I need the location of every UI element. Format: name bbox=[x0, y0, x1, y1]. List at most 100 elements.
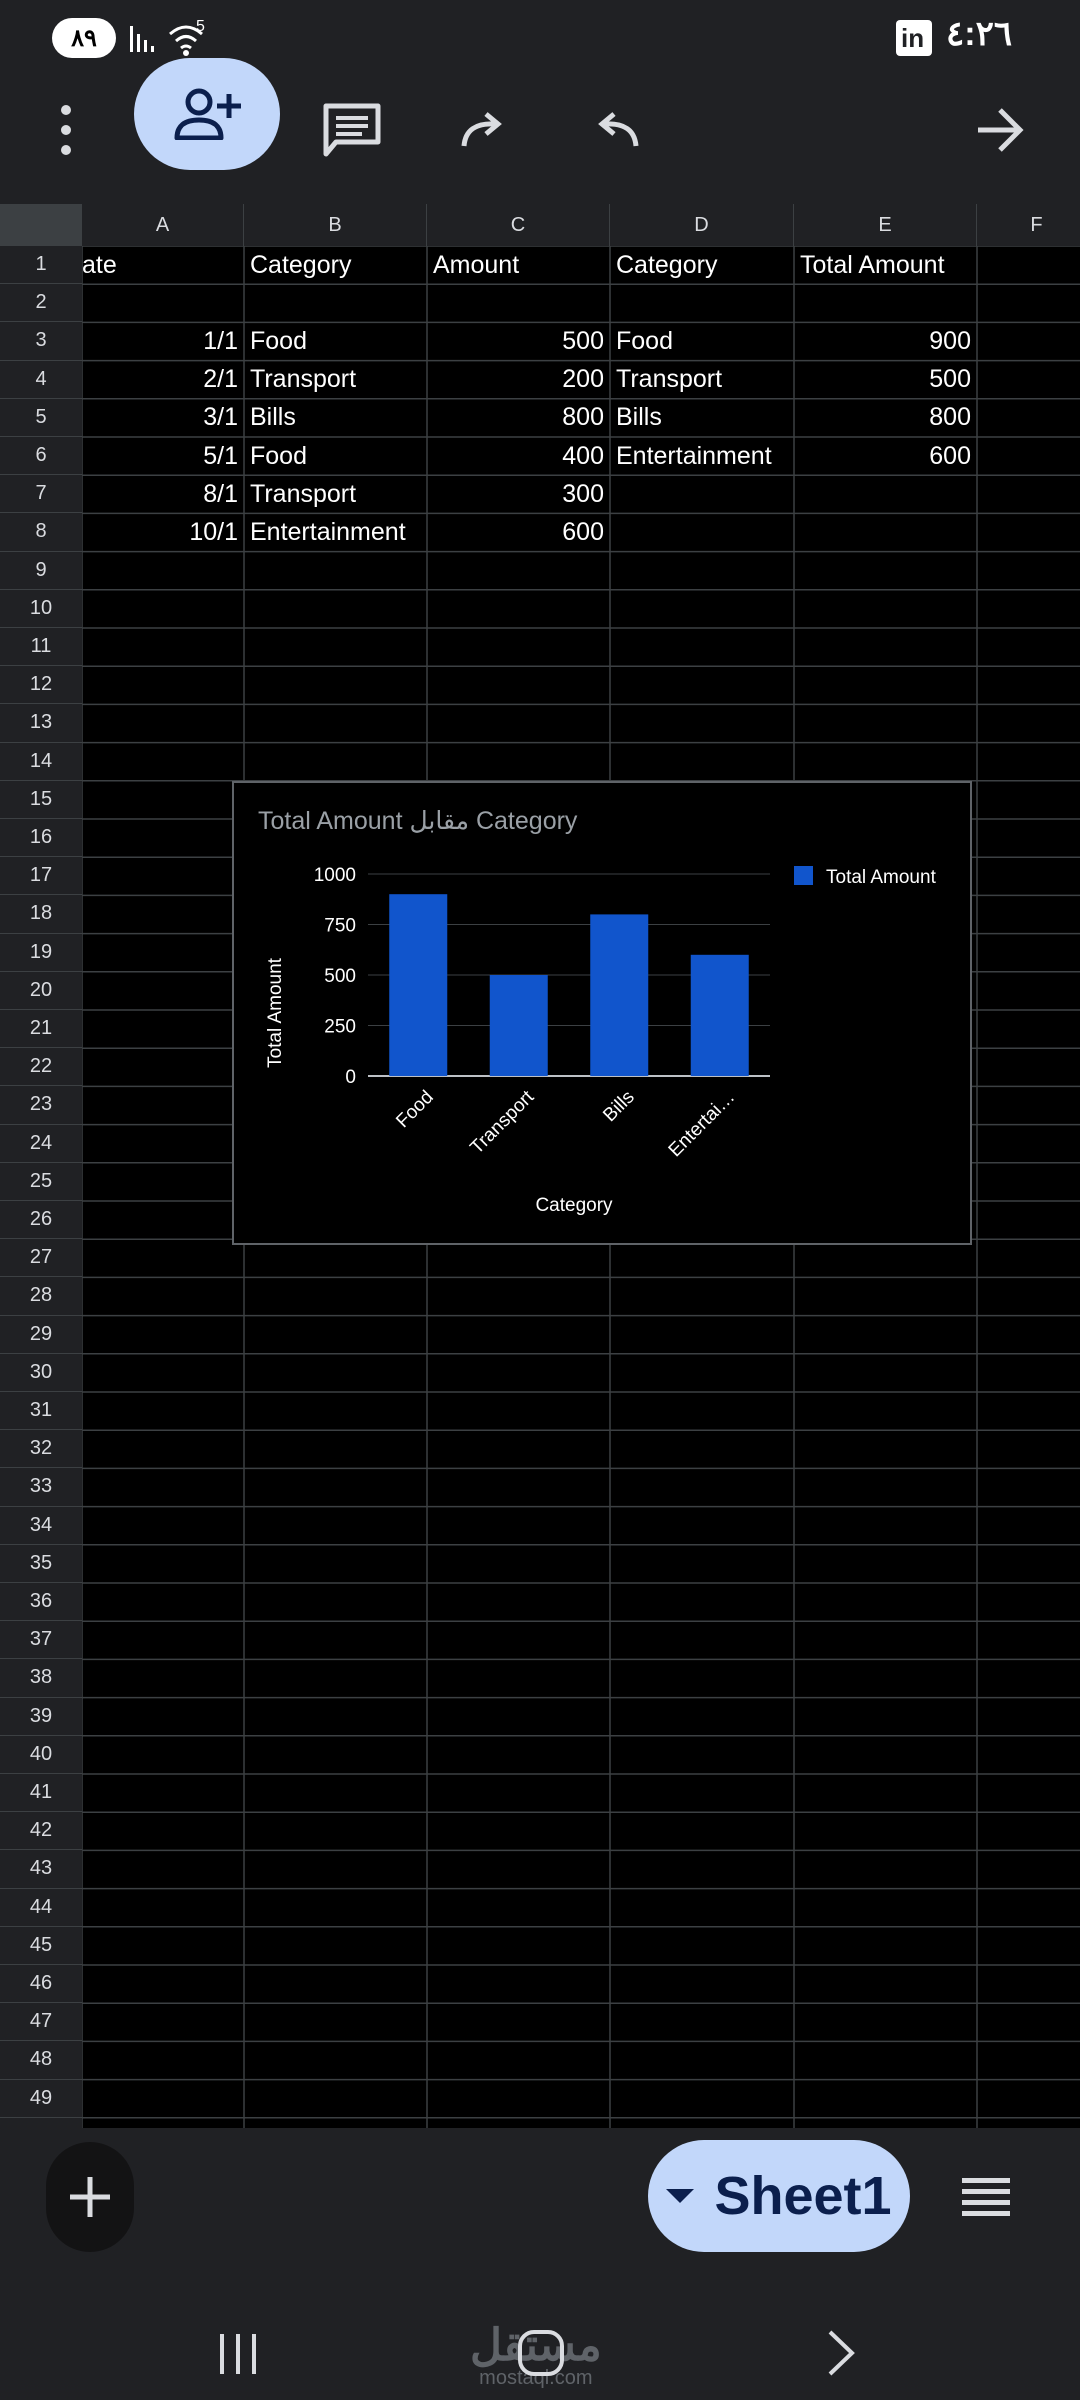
column-header-d[interactable]: D bbox=[610, 204, 794, 246]
row-header-16[interactable]: 16 bbox=[0, 819, 82, 858]
cell-d5[interactable]: Bills bbox=[616, 399, 662, 437]
add-sheet-button[interactable] bbox=[46, 2142, 134, 2252]
row-header-2[interactable]: 2 bbox=[0, 284, 82, 323]
cell-a6[interactable]: 5/1 bbox=[82, 437, 238, 475]
row-header-8[interactable]: 8 bbox=[0, 513, 82, 552]
cell-e1[interactable]: Total Amount bbox=[800, 246, 945, 284]
row-header-10[interactable]: 10 bbox=[0, 589, 82, 628]
row-header-3[interactable]: 3 bbox=[0, 322, 82, 361]
row-header-9[interactable]: 9 bbox=[0, 551, 82, 590]
cell-b7[interactable]: Transport bbox=[250, 475, 356, 513]
undo-icon[interactable] bbox=[578, 90, 658, 170]
row-header-21[interactable]: 21 bbox=[0, 1010, 82, 1049]
row-header-40[interactable]: 40 bbox=[0, 1735, 82, 1774]
cell-d1[interactable]: Category bbox=[616, 246, 717, 284]
cell-a1[interactable]: ate bbox=[82, 246, 117, 284]
row-header-37[interactable]: 37 bbox=[0, 1621, 82, 1660]
row-header-30[interactable]: 30 bbox=[0, 1353, 82, 1392]
row-header-4[interactable]: 4 bbox=[0, 360, 82, 399]
cell-b6[interactable]: Food bbox=[250, 437, 307, 475]
row-header-17[interactable]: 17 bbox=[0, 857, 82, 896]
cell-b3[interactable]: Food bbox=[250, 322, 307, 360]
cell-a5[interactable]: 3/1 bbox=[82, 399, 238, 437]
row-header-1[interactable]: 1 bbox=[0, 246, 82, 285]
cell-d6[interactable]: Entertainment bbox=[616, 437, 772, 475]
row-header-41[interactable]: 41 bbox=[0, 1774, 82, 1813]
cell-c4[interactable]: 200 bbox=[427, 361, 604, 399]
row-header-35[interactable]: 35 bbox=[0, 1544, 82, 1583]
column-header-f[interactable]: F bbox=[977, 204, 1080, 246]
add-person-button[interactable] bbox=[134, 58, 280, 170]
row-header-20[interactable]: 20 bbox=[0, 971, 82, 1010]
cell-e4[interactable]: 500 bbox=[794, 361, 971, 399]
row-header-11[interactable]: 11 bbox=[0, 628, 82, 667]
column-header-b[interactable]: B bbox=[244, 204, 427, 246]
cell-c3[interactable]: 500 bbox=[427, 322, 604, 360]
cell-b4[interactable]: Transport bbox=[250, 361, 356, 399]
row-header-13[interactable]: 13 bbox=[0, 704, 82, 743]
row-header-22[interactable]: 22 bbox=[0, 1048, 82, 1087]
row-header-7[interactable]: 7 bbox=[0, 475, 82, 514]
home-icon[interactable] bbox=[514, 2326, 568, 2380]
row-header-23[interactable]: 23 bbox=[0, 1086, 82, 1125]
row-header-38[interactable]: 38 bbox=[0, 1659, 82, 1698]
row-header-47[interactable]: 47 bbox=[0, 2003, 82, 2042]
cell-b1[interactable]: Category bbox=[250, 246, 351, 284]
spreadsheet-grid[interactable]: ABCDEF 1 2 3 4 5 6 7 8 9 10 11 12 13 14 15 16 17 18 19 20 21… bbox=[0, 204, 1080, 2128]
column-header-e[interactable]: E bbox=[794, 204, 977, 246]
row-header-15[interactable]: 15 bbox=[0, 780, 82, 819]
comment-icon[interactable] bbox=[312, 90, 392, 170]
row-header-33[interactable]: 33 bbox=[0, 1468, 82, 1507]
cell-b8[interactable]: Entertainment bbox=[250, 513, 406, 551]
row-header-28[interactable]: 28 bbox=[0, 1277, 82, 1316]
cell-c7[interactable]: 300 bbox=[427, 475, 604, 513]
cell-c1[interactable]: Amount bbox=[433, 246, 519, 284]
row-header-12[interactable]: 12 bbox=[0, 666, 82, 705]
cell-a7[interactable]: 8/1 bbox=[82, 475, 238, 513]
row-header-26[interactable]: 26 bbox=[0, 1201, 82, 1240]
row-header-19[interactable]: 19 bbox=[0, 933, 82, 972]
recent-apps-icon[interactable] bbox=[216, 2330, 262, 2378]
cell-e6[interactable]: 600 bbox=[794, 437, 971, 475]
cell-e3[interactable]: 900 bbox=[794, 322, 971, 360]
row-header-27[interactable]: 27 bbox=[0, 1239, 82, 1278]
cell-a4[interactable]: 2/1 bbox=[82, 361, 238, 399]
row-header-29[interactable]: 29 bbox=[0, 1315, 82, 1354]
row-header-24[interactable]: 24 bbox=[0, 1124, 82, 1163]
row-header-36[interactable]: 36 bbox=[0, 1583, 82, 1622]
row-header-39[interactable]: 39 bbox=[0, 1697, 82, 1736]
chart-container[interactable]: Total Amount مقابل Category 0 250 500 750 10… bbox=[232, 781, 972, 1245]
row-header-32[interactable]: 32 bbox=[0, 1430, 82, 1469]
cell-a3[interactable]: 1/1 bbox=[82, 322, 238, 360]
select-all-corner[interactable] bbox=[0, 204, 82, 246]
column-header-c[interactable]: C bbox=[427, 204, 610, 246]
row-header-50[interactable]: 50 bbox=[0, 2117, 82, 2128]
row-header-31[interactable]: 31 bbox=[0, 1392, 82, 1431]
row-header-6[interactable]: 6 bbox=[0, 437, 82, 476]
row-header-5[interactable]: 5 bbox=[0, 398, 82, 437]
cell-c5[interactable]: 800 bbox=[427, 399, 604, 437]
row-header-48[interactable]: 48 bbox=[0, 2041, 82, 2080]
cell-c8[interactable]: 600 bbox=[427, 513, 604, 551]
row-header-42[interactable]: 42 bbox=[0, 1812, 82, 1851]
cell-b5[interactable]: Bills bbox=[250, 399, 296, 437]
row-header-25[interactable]: 25 bbox=[0, 1162, 82, 1201]
row-header-18[interactable]: 18 bbox=[0, 895, 82, 934]
cell-d3[interactable]: Food bbox=[616, 322, 673, 360]
row-header-44[interactable]: 44 bbox=[0, 1888, 82, 1927]
row-header-34[interactable]: 34 bbox=[0, 1506, 82, 1545]
sheet-list-icon[interactable] bbox=[958, 2170, 1014, 2226]
row-header-46[interactable]: 46 bbox=[0, 1965, 82, 2004]
cell-d4[interactable]: Transport bbox=[616, 361, 722, 399]
cell-c6[interactable]: 400 bbox=[427, 437, 604, 475]
arrow-forward-icon[interactable] bbox=[960, 90, 1040, 170]
sheet-tab-sheet1[interactable]: Sheet1 bbox=[648, 2140, 910, 2252]
cell-e5[interactable]: 800 bbox=[794, 399, 971, 437]
cell-a8[interactable]: 10/1 bbox=[82, 513, 238, 551]
more-vert-icon[interactable] bbox=[26, 90, 106, 170]
row-header-45[interactable]: 45 bbox=[0, 1926, 82, 1965]
row-header-43[interactable]: 43 bbox=[0, 1850, 82, 1889]
redo-icon[interactable] bbox=[442, 90, 522, 170]
back-icon[interactable] bbox=[822, 2328, 862, 2378]
row-header-49[interactable]: 49 bbox=[0, 2079, 82, 2118]
